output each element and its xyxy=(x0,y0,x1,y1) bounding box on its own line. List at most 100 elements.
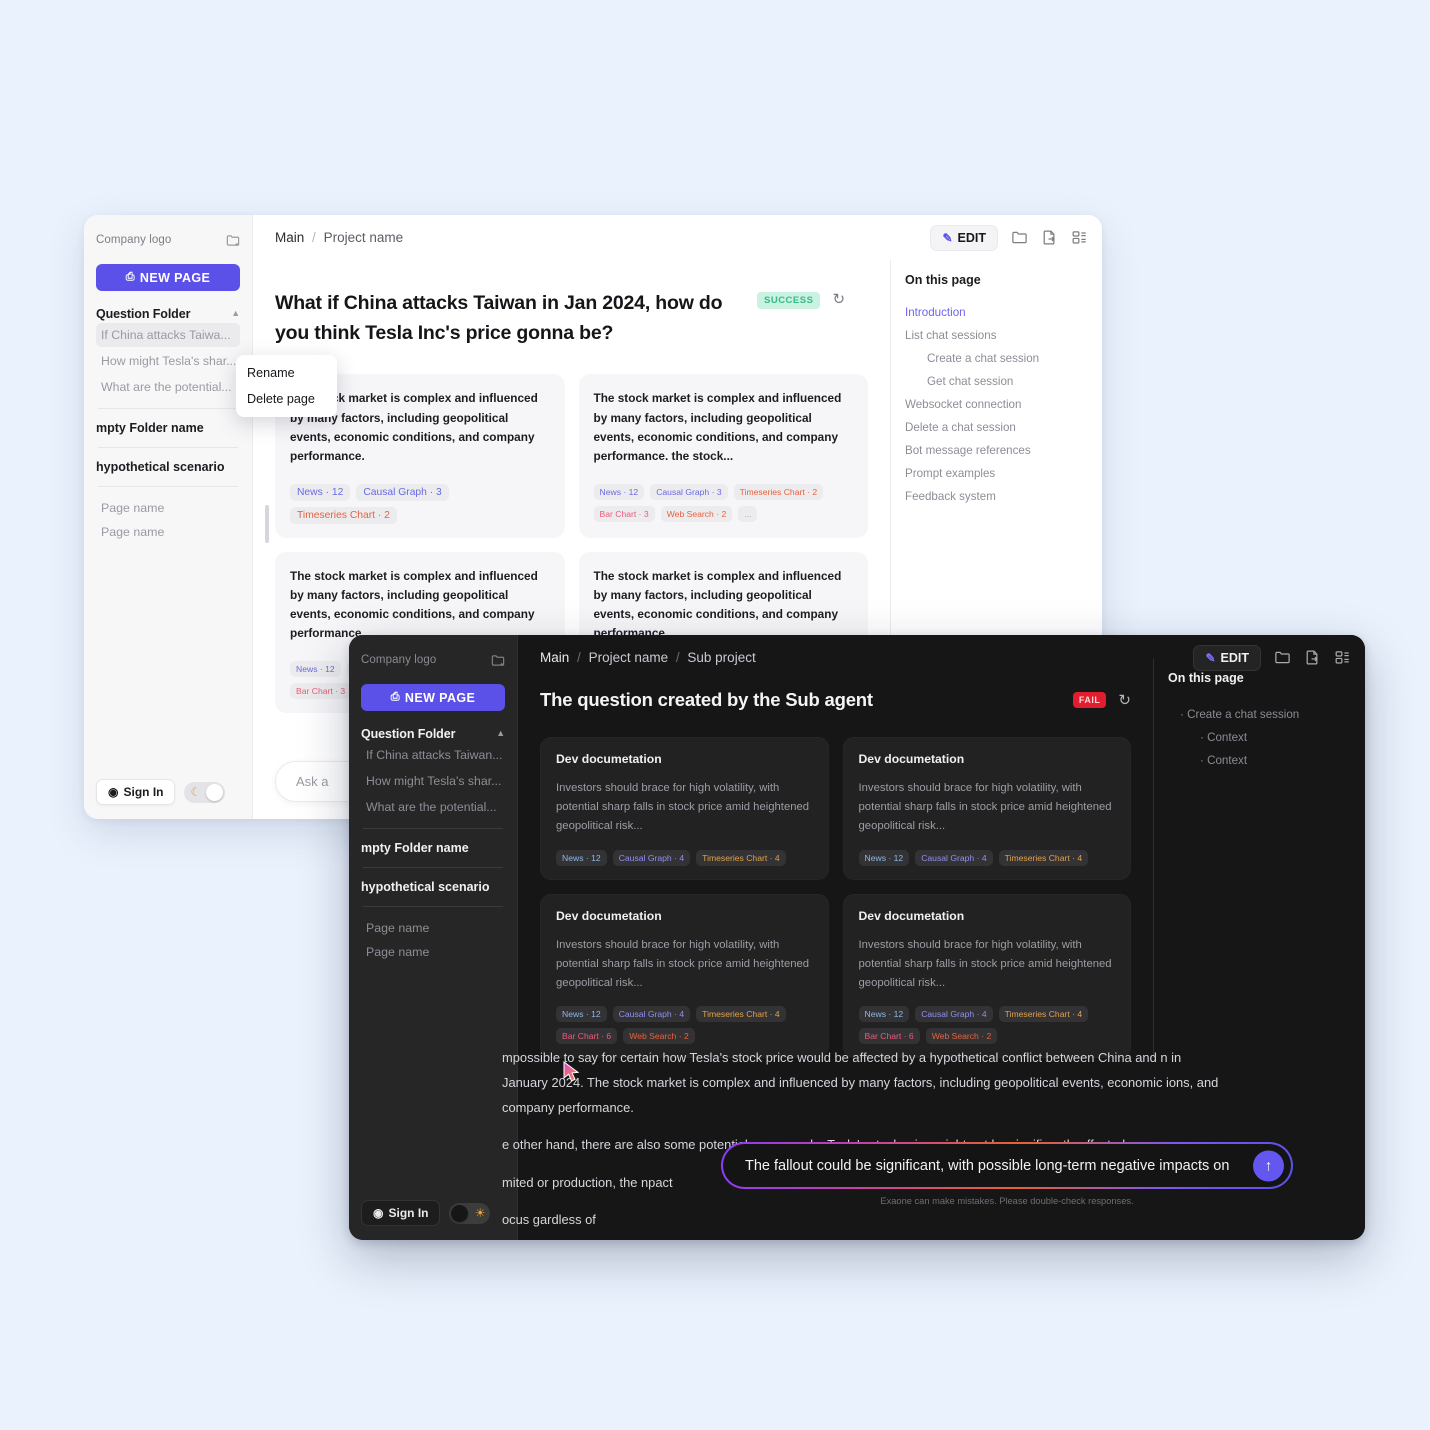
tag[interactable]: Web Search · 2 xyxy=(925,1028,998,1045)
toc-item[interactable]: · Context xyxy=(1168,749,1365,772)
reference-card[interactable]: Dev documetation Investors should brace … xyxy=(842,893,1131,1059)
context-menu-rename[interactable]: Rename xyxy=(236,360,337,386)
toc-item[interactable]: Bot message references xyxy=(905,439,1102,462)
breadcrumb-subproject[interactable]: Sub project xyxy=(687,650,755,665)
toc-item[interactable]: · Context xyxy=(1168,726,1365,749)
light-scrollbar-thumb[interactable] xyxy=(265,505,269,543)
folder-plus-icon[interactable] xyxy=(491,654,505,667)
sidebar-page-item[interactable]: If China attacks Taiwa... xyxy=(96,323,240,347)
folder-icon[interactable] xyxy=(1274,649,1291,666)
breadcrumb: Main / Project name xyxy=(275,230,403,245)
prompt-input[interactable]: The fallout could be significant, with p… xyxy=(723,1144,1291,1187)
tag[interactable]: Causal Graph · 3 xyxy=(356,483,449,501)
folder-plus-icon[interactable] xyxy=(226,234,240,247)
tag[interactable]: News · 12 xyxy=(290,483,351,501)
sidebar-page-plain[interactable]: Page name xyxy=(96,520,240,544)
sidebar-folder-empty[interactable]: mpty Folder name xyxy=(361,838,505,858)
toc-item[interactable]: · Create a chat session xyxy=(1168,703,1365,726)
card-text: Investors should brace for high volatili… xyxy=(858,781,1112,832)
tag[interactable]: Bar Chart · 6 xyxy=(556,1028,618,1045)
refresh-icon[interactable]: ↻ xyxy=(832,290,845,308)
theme-toggle[interactable]: ☾ xyxy=(184,781,226,803)
tag[interactable]: News · 12 xyxy=(556,1006,607,1023)
edit-button[interactable]: ✎ EDIT xyxy=(930,224,998,251)
tag[interactable]: Timeseries Chart · 4 xyxy=(696,1006,786,1023)
tag[interactable]: Timeseries Chart · 4 xyxy=(998,1006,1089,1023)
layout-panel-icon[interactable] xyxy=(1334,649,1351,666)
new-page-button[interactable]: ⎙ NEW PAGE xyxy=(361,684,505,711)
tag[interactable]: Web Search · 2 xyxy=(623,1028,695,1045)
chevron-up-icon[interactable]: ▲ xyxy=(496,728,505,738)
card-heading: Dev documetation xyxy=(858,908,965,923)
sidebar-folder-scenario[interactable]: hypothetical scenario xyxy=(361,877,505,897)
reference-card[interactable]: Dev documetation Investors should brace … xyxy=(540,736,829,880)
toc-item[interactable]: Prompt examples xyxy=(905,462,1102,485)
tag[interactable]: Bar Chart · 6 xyxy=(858,1028,920,1045)
page-title-row: The question created by the Sub agent FA… xyxy=(540,686,1131,715)
sidebar-page-item[interactable]: What are the potential... xyxy=(361,795,505,819)
toc-item-label: Create a chat session xyxy=(1187,708,1300,721)
card-text: The stock market is complex and influenc… xyxy=(593,568,842,641)
tag[interactable]: Causal Graph · 3 xyxy=(650,483,728,500)
status-badge: SUCCESS xyxy=(757,292,821,309)
tag[interactable]: Timeseries Chart · 4 xyxy=(696,849,786,866)
tag[interactable]: Timeseries Chart · 2 xyxy=(290,506,397,524)
toc-item[interactable]: Create a chat session xyxy=(905,347,1102,370)
tag[interactable]: Causal Graph · 4 xyxy=(915,1006,993,1023)
folder-icon[interactable] xyxy=(1011,229,1028,246)
toc-item[interactable]: Introduction xyxy=(905,301,1102,324)
toc-item[interactable]: List chat sessions xyxy=(905,324,1102,347)
breadcrumb-main[interactable]: Main xyxy=(540,650,569,665)
new-page-button[interactable]: ⎙ NEW PAGE xyxy=(96,264,240,291)
edit-label: EDIT xyxy=(957,230,986,245)
sign-in-button[interactable]: ◉ Sign In xyxy=(361,1200,441,1226)
tag[interactable]: Causal Graph · 4 xyxy=(915,849,993,866)
tag[interactable]: Timeseries Chart · 4 xyxy=(998,849,1089,866)
sidebar-page-plain[interactable]: Page name xyxy=(361,916,505,940)
sign-in-label: Sign In xyxy=(388,1206,429,1220)
sidebar-page-item[interactable]: How might Tesla's shar... xyxy=(361,769,505,793)
tag[interactable]: Causal Graph · 4 xyxy=(612,849,691,866)
card-heading: Dev documetation xyxy=(858,751,965,766)
tag[interactable]: Timeseries Chart · 2 xyxy=(733,483,824,500)
reference-card[interactable]: Dev documetation Investors should brace … xyxy=(842,736,1131,880)
sidebar-folder-scenario[interactable]: hypothetical scenario xyxy=(96,457,240,477)
tag[interactable]: News · 12 xyxy=(858,849,910,866)
tag[interactable]: Web Search · 2 xyxy=(660,505,733,522)
toc-item[interactable]: Delete a chat session xyxy=(905,416,1102,439)
sidebar-page-item[interactable]: If China attacks Taiwan... xyxy=(361,743,505,767)
breadcrumb-main[interactable]: Main xyxy=(275,230,304,245)
tag-more[interactable]: ... xyxy=(738,505,758,522)
card-heading: Dev documetation xyxy=(556,908,662,923)
file-export-icon[interactable] xyxy=(1304,649,1321,666)
refresh-icon[interactable]: ↻ xyxy=(1118,691,1131,709)
tag[interactable]: Bar Chart · 3 xyxy=(593,505,655,522)
send-button[interactable]: ↑ xyxy=(1253,1150,1284,1181)
tag[interactable]: News · 12 xyxy=(593,483,645,500)
context-menu-delete-page[interactable]: Delete page xyxy=(236,386,337,412)
toggle-knob xyxy=(206,783,224,801)
breadcrumb-project[interactable]: Project name xyxy=(324,230,404,245)
reference-card[interactable]: Dev documetation Investors should brace … xyxy=(540,893,829,1059)
sign-in-button[interactable]: ◉ Sign In xyxy=(96,779,176,805)
reference-card[interactable]: The stock market is complex and influenc… xyxy=(578,374,868,538)
layout-panel-icon[interactable] xyxy=(1071,229,1088,246)
toc-item[interactable]: Feedback system xyxy=(905,485,1102,508)
tag[interactable]: News · 12 xyxy=(290,661,341,678)
file-export-icon[interactable] xyxy=(1041,229,1058,246)
sidebar-folder-question[interactable]: Question Folder ▲ xyxy=(361,727,505,741)
tag[interactable]: News · 12 xyxy=(556,849,607,866)
tag[interactable]: News · 12 xyxy=(858,1006,910,1023)
toc-item[interactable]: Websocket connection xyxy=(905,393,1102,416)
tag[interactable]: Bar Chart · 3 xyxy=(290,683,352,700)
chevron-up-icon[interactable]: ▲ xyxy=(231,308,240,318)
toc-item[interactable]: Get chat session xyxy=(905,370,1102,393)
sidebar-folder-question[interactable]: Question Folder ▲ xyxy=(96,307,240,321)
sidebar-page-item[interactable]: What are the potential... xyxy=(96,375,240,399)
tag[interactable]: Causal Graph · 4 xyxy=(612,1006,691,1023)
sidebar-page-plain[interactable]: Page name xyxy=(361,940,505,964)
breadcrumb-project[interactable]: Project name xyxy=(589,650,669,665)
sidebar-page-plain[interactable]: Page name xyxy=(96,496,240,520)
sidebar-folder-empty[interactable]: mpty Folder name xyxy=(96,418,240,438)
sidebar-page-item[interactable]: How might Tesla's shar... xyxy=(96,349,240,373)
